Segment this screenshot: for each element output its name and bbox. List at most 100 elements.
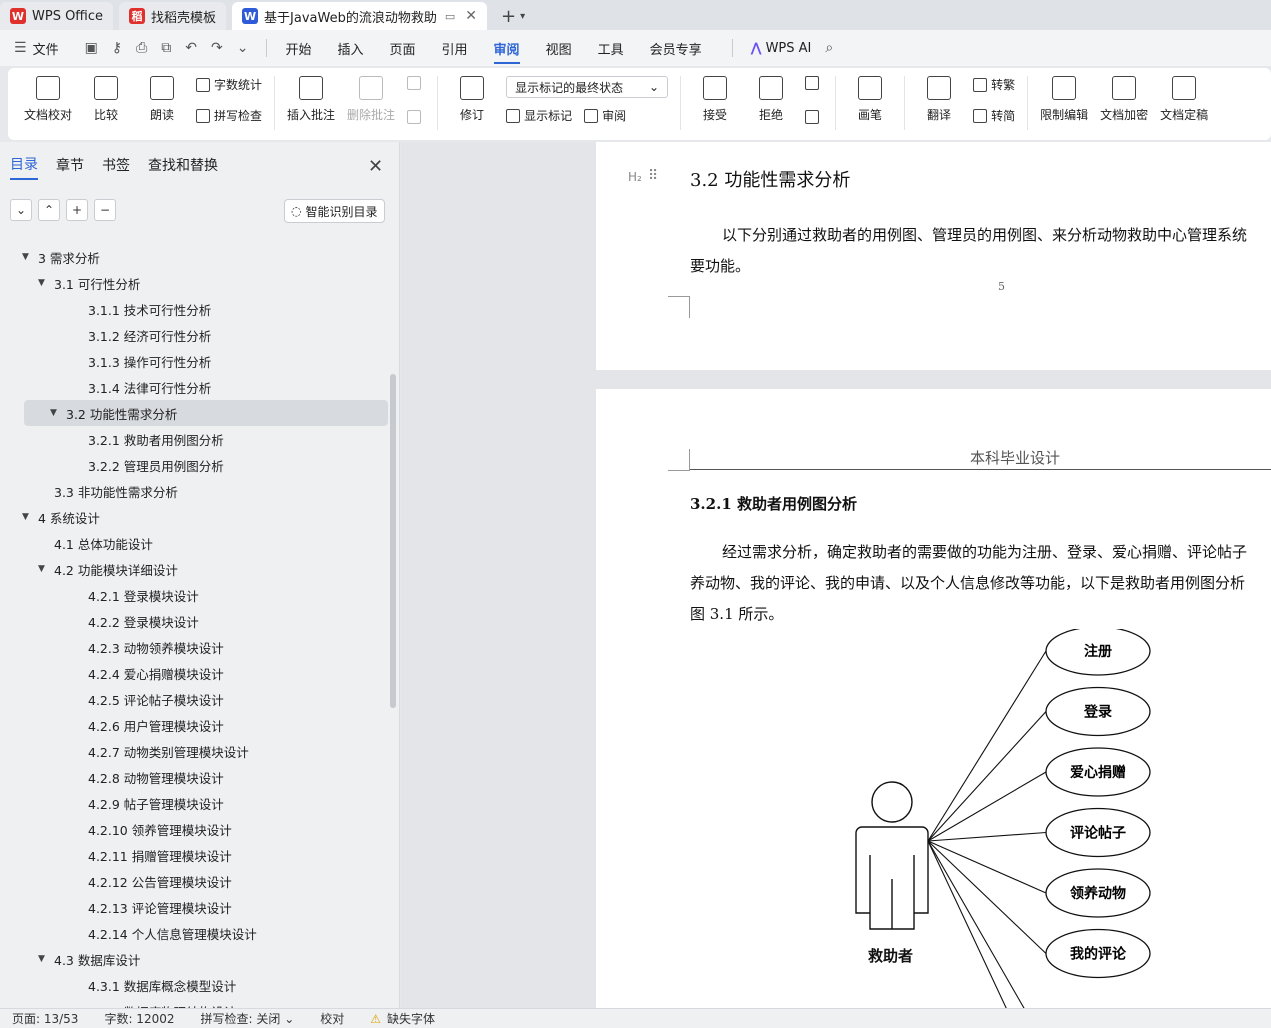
proofread-button[interactable]: 文档校对 — [24, 76, 72, 123]
toc-item[interactable]: 3.2.2 管理员用例图分析 — [0, 452, 388, 478]
toc-item[interactable]: 4.2.13 评论管理模块设计 — [0, 894, 388, 920]
toc-item[interactable]: 3.2.1 救助者用例图分析 — [0, 426, 388, 452]
proof-indicator[interactable]: 校对 — [320, 1010, 344, 1027]
search-icon[interactable]: ⌕ — [825, 40, 833, 56]
page-indicator[interactable]: 页面: 13/53 — [12, 1010, 78, 1027]
next-change-button[interactable] — [805, 110, 823, 124]
chevron-up-icon[interactable]: ⌃ — [38, 199, 60, 221]
track-changes-button[interactable]: 修订 — [450, 76, 494, 123]
expand-triangle-icon[interactable]: ▼ — [38, 278, 50, 288]
toc-item[interactable]: 4.3.1 数据库概念模型设计 — [0, 972, 388, 998]
menu-references[interactable]: 引用 — [442, 39, 468, 58]
paragraph[interactable]: 以下分别通过救助者的用例图、管理员的用例图、来分析动物救助中心管理系统 要功能。 — [690, 220, 1271, 282]
finalize-button[interactable]: 文档定稿 — [1160, 76, 1208, 123]
toc-item[interactable]: 4.2.4 爱心捐赠模块设计 — [0, 660, 388, 686]
read-aloud-button[interactable]: 朗读 — [140, 76, 184, 123]
chevron-down-icon[interactable]: ⌄ — [10, 199, 32, 221]
toc-item[interactable]: ▼ 3.2 功能性需求分析 — [24, 400, 388, 426]
word-count-button[interactable]: 字数统计 — [196, 76, 262, 93]
toc-item[interactable]: 4.2.10 领养管理模块设计 — [0, 816, 388, 842]
toc-item[interactable]: 4.2.1 登录模块设计 — [0, 582, 388, 608]
delete-comment-button[interactable]: 删除批注 — [347, 76, 395, 123]
toc-item[interactable]: ▼ 4 系统设计 — [0, 504, 388, 530]
print-icon[interactable]: ⎙ — [136, 40, 147, 56]
undo-icon[interactable]: ↶ — [185, 40, 197, 56]
drag-handle-icon[interactable]: ⠿ — [648, 168, 658, 184]
tab-find-replace[interactable]: 查找和替换 — [148, 155, 218, 179]
menu-tools[interactable]: 工具 — [598, 39, 624, 58]
word-count-indicator[interactable]: 字数: 12002 — [104, 1010, 174, 1027]
toc-item[interactable]: 4.2.6 用户管理模块设计 — [0, 712, 388, 738]
tab-document[interactable]: W 基于JavaWeb的流浪动物救助 ▭ ✕ — [232, 2, 487, 30]
toc-item[interactable]: 4.2.5 评论帖子模块设计 — [0, 686, 388, 712]
hamburger-icon[interactable]: ☰ — [14, 40, 27, 56]
close-icon[interactable]: ✕ — [368, 156, 383, 177]
chevron-down-icon[interactable]: ▾ — [520, 11, 525, 22]
toc-item[interactable]: ▼ 3 需求分析 — [0, 244, 388, 270]
menu-insert[interactable]: 插入 — [338, 39, 364, 58]
key-icon[interactable]: ⚷ — [112, 40, 122, 56]
toc-item[interactable]: 3.1.3 操作可行性分析 — [0, 348, 388, 374]
to-traditional-button[interactable]: 转繁 — [973, 76, 1015, 93]
toc-item[interactable]: 3.1.1 技术可行性分析 — [0, 296, 388, 322]
spell-check-indicator[interactable]: 拼写检查: 关闭 ⌄ — [201, 1010, 295, 1027]
expand-triangle-icon[interactable]: ▼ — [22, 512, 34, 522]
insert-comment-button[interactable]: 插入批注 — [287, 76, 335, 123]
minus-icon[interactable]: − — [94, 199, 116, 221]
toc-item[interactable]: 4.2.8 动物管理模块设计 — [0, 764, 388, 790]
accept-button[interactable]: 接受 — [693, 76, 737, 123]
markup-state-select[interactable]: 显示标记的最终状态 ⌄ — [506, 76, 669, 98]
expand-triangle-icon[interactable]: ▼ — [50, 408, 62, 418]
menu-view[interactable]: 视图 — [546, 39, 572, 58]
monitor-icon[interactable]: ▭ — [445, 10, 455, 23]
review-pane-button[interactable]: 审阅 — [602, 107, 626, 124]
subsection-heading[interactable]: 3.2.1 救助者用例图分析 — [690, 493, 857, 514]
tab-toc[interactable]: 目录 — [10, 154, 38, 180]
prev-comment-button[interactable] — [407, 76, 425, 90]
toc-item[interactable]: 4.2.9 帖子管理模块设计 — [0, 790, 388, 816]
wps-ai-button[interactable]: ⋀ WPS AI — [751, 41, 812, 56]
new-tab-button[interactable]: + ▾ — [493, 2, 533, 30]
section-heading[interactable]: 3.2 功能性需求分析 — [690, 166, 850, 192]
next-comment-button[interactable] — [407, 110, 425, 124]
missing-font-indicator[interactable]: ⚠ 缺失字体 — [370, 1010, 435, 1027]
toc-item[interactable]: 4.2.11 捐赠管理模块设计 — [0, 842, 388, 868]
toc-item[interactable]: 4.2.3 动物领养模块设计 — [0, 634, 388, 660]
show-markup-button[interactable]: 显示标记 — [524, 107, 572, 124]
spell-check-button[interactable]: 拼写检查 — [196, 107, 262, 124]
toc-item[interactable]: 3.1.2 经济可行性分析 — [0, 322, 388, 348]
restrict-edit-button[interactable]: 限制编辑 — [1040, 76, 1088, 123]
tab-chapters[interactable]: 章节 — [56, 155, 84, 179]
toc-item[interactable]: 4.2.7 动物类别管理模块设计 — [0, 738, 388, 764]
expand-triangle-icon[interactable]: ▼ — [22, 252, 34, 262]
toc-item[interactable]: 3.3 非功能性需求分析 — [0, 478, 388, 504]
file-menu[interactable]: 文件 — [33, 39, 59, 58]
expand-triangle-icon[interactable]: ▼ — [38, 954, 50, 964]
use-case-diagram[interactable]: 救助者 注册登录爱心捐赠评论帖子领养动物我的评论 — [836, 629, 1176, 1008]
tab-bookmarks[interactable]: 书签 — [102, 155, 130, 179]
menu-review[interactable]: 审阅 — [493, 39, 520, 64]
page-header[interactable]: 本科毕业设计 — [970, 447, 1060, 468]
translate-button[interactable]: 翻译 — [917, 76, 961, 123]
toc-item[interactable]: 3.1.4 法律可行性分析 — [0, 374, 388, 400]
tab-template[interactable]: 稻 找稻壳模板 — [119, 2, 227, 30]
compare-button[interactable]: 比较 — [84, 76, 128, 123]
print-preview-icon[interactable]: ⧉ — [161, 40, 171, 56]
toc-scrollbar[interactable] — [390, 374, 396, 708]
paragraph[interactable]: 经过需求分析，确定救助者的需要做的功能为注册、登录、爱心捐赠、评论帖子 养动物、… — [690, 537, 1271, 630]
chevron-down-icon[interactable]: ⌄ — [237, 40, 249, 56]
toc-item[interactable]: ▼ 4.3 数据库设计 — [0, 946, 388, 972]
toc-item[interactable]: ▼ 4.2 功能模块详细设计 — [0, 556, 388, 582]
tab-wps-office[interactable]: W WPS Office — [0, 2, 114, 30]
heading-level-icon[interactable]: H₂ — [628, 170, 642, 184]
prev-change-button[interactable] — [805, 76, 823, 90]
menu-home[interactable]: 开始 — [285, 39, 311, 58]
to-simplified-button[interactable]: 转简 — [973, 107, 1015, 124]
toc-item[interactable]: 4.1 总体功能设计 — [0, 530, 388, 556]
smart-toc-button[interactable]: ◌ 智能识别目录 — [284, 199, 385, 223]
reject-button[interactable]: 拒绝 — [749, 76, 793, 123]
close-icon[interactable]: ✕ — [465, 8, 477, 24]
toc-item[interactable]: ▼ 3.1 可行性分析 — [0, 270, 388, 296]
toc-item[interactable]: 4.2.14 个人信息管理模块设计 — [0, 920, 388, 946]
expand-triangle-icon[interactable]: ▼ — [38, 564, 50, 574]
